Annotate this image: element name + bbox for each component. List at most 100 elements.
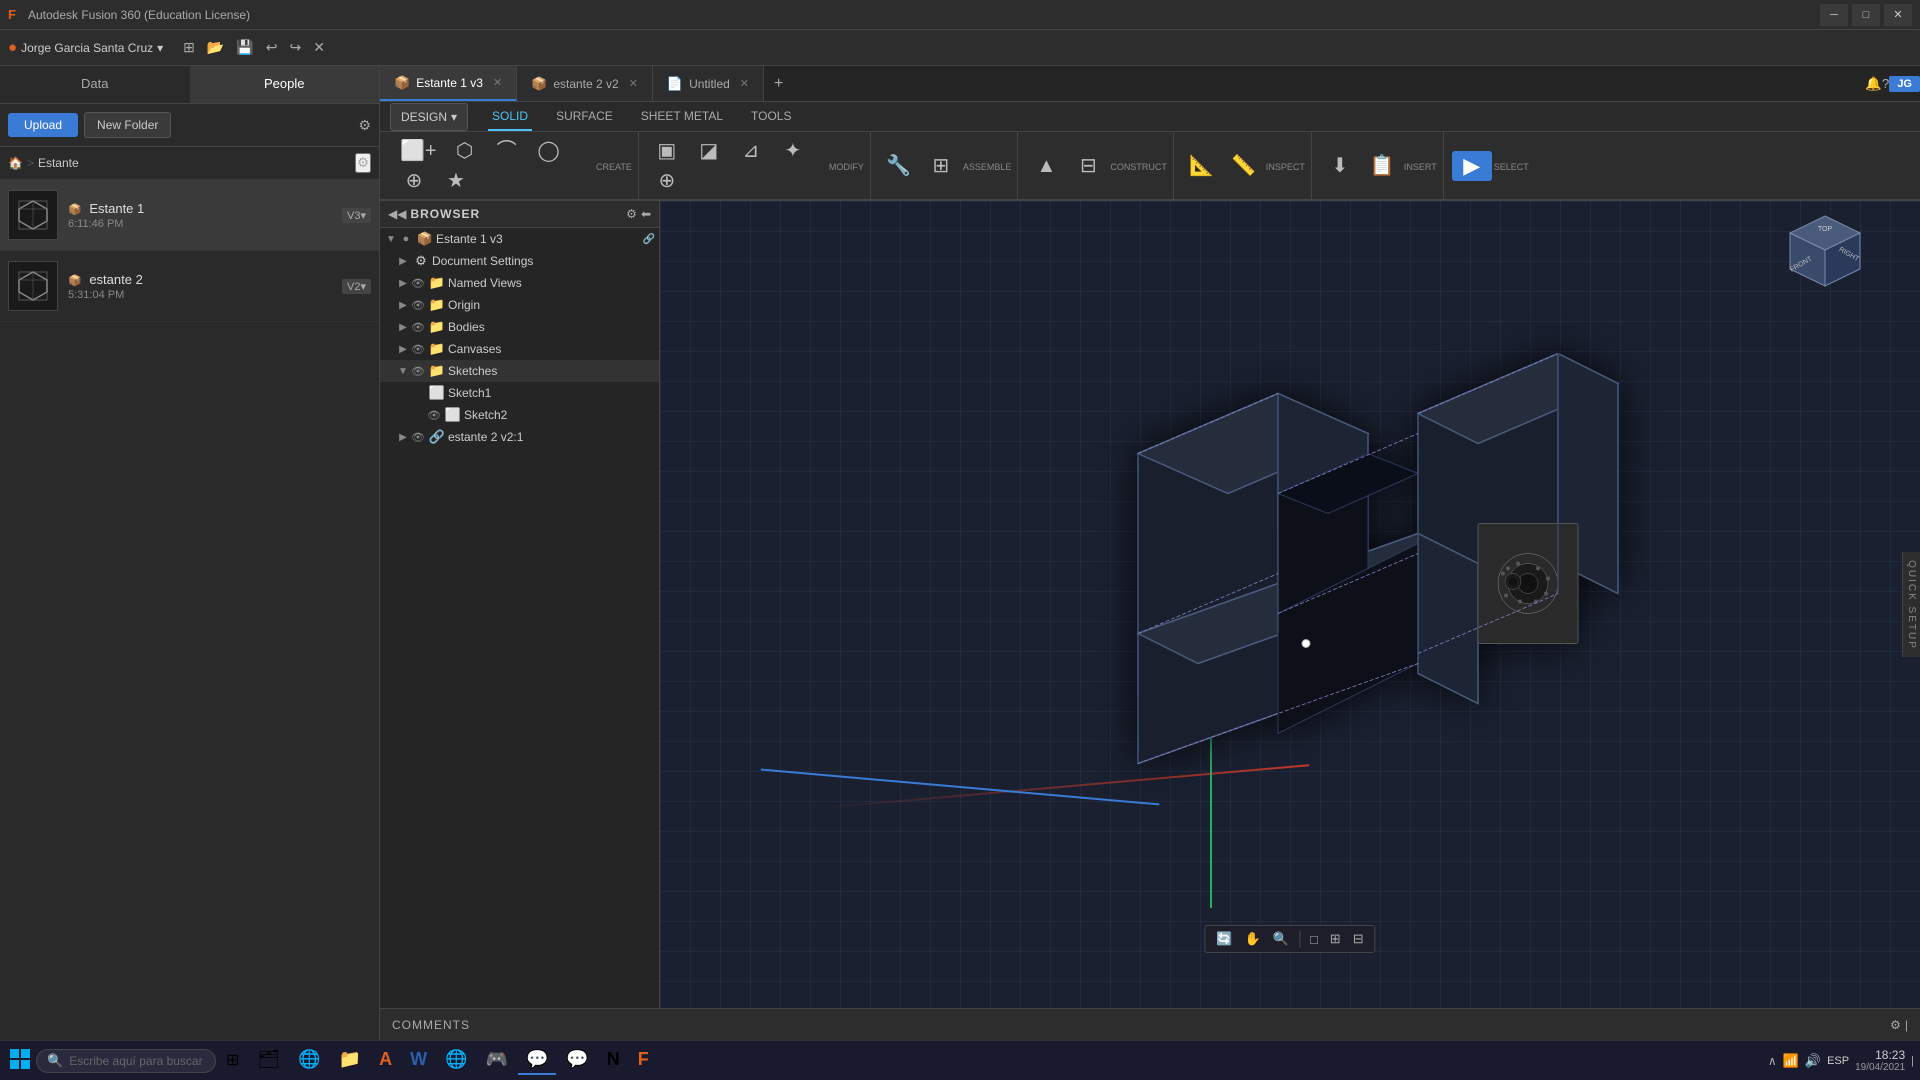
expand-doc-settings-icon[interactable]: ▶ — [396, 256, 410, 267]
interference-button[interactable]: 📏 — [1224, 152, 1264, 180]
vis-icon-bodies[interactable]: 👁 — [410, 321, 426, 334]
freeform-button[interactable]: ★ — [436, 167, 476, 195]
joint-button[interactable]: 🔧 — [879, 152, 919, 180]
viewport[interactable]: TOP FRONT RIGHT QUICK SETUP 🔄 ✋ 🔍 □ ⊞ ⊟ — [660, 201, 1920, 1008]
new-tab-button[interactable]: + — [764, 75, 793, 93]
vis-icon-named-views[interactable]: 👁 — [410, 277, 426, 290]
loft-button[interactable]: ⊕ — [394, 167, 434, 195]
revolve-button[interactable]: ⌒ — [487, 137, 527, 165]
shell-button[interactable]: ✦ — [773, 137, 813, 165]
axis-button[interactable]: ⊟ — [1068, 152, 1108, 180]
vis-icon-sketches[interactable]: 👁 — [410, 365, 426, 378]
grid-button[interactable]: ⊞ — [1325, 928, 1346, 950]
settings-gear-icon[interactable]: ⚙ — [358, 117, 371, 134]
taskbar-fusion[interactable]: F — [630, 1046, 657, 1075]
show-desktop-button[interactable]: | — [1911, 1055, 1914, 1067]
taskbar-word[interactable]: W — [402, 1046, 435, 1075]
doc-tab-untitled[interactable]: 📄 Untitled ✕ — [653, 66, 764, 101]
minimize-button[interactable]: ─ — [1820, 4, 1848, 26]
taskbar-taskview[interactable]: ⊞ — [218, 1047, 247, 1075]
tab-sheet-metal[interactable]: SHEET METAL — [637, 102, 727, 131]
expand-icon[interactable]: ▼ — [384, 234, 398, 245]
panel-settings-icon[interactable]: ⚙ — [355, 153, 371, 173]
start-button[interactable] — [6, 1045, 34, 1076]
press-pull-button[interactable]: ▣ — [647, 137, 687, 165]
taskbar-files[interactable]: 📁 — [331, 1046, 369, 1075]
combine-button[interactable]: ⊕ — [647, 167, 687, 195]
tree-item-root[interactable]: ▼ ● 📦 Estante 1 v3 🔗 — [380, 228, 659, 250]
tab-close-2[interactable]: ✕ — [629, 77, 638, 90]
clock[interactable]: 18:23 19/04/2021 — [1855, 1048, 1905, 1073]
file-version[interactable]: V3▾ — [342, 208, 371, 223]
tab-close-3[interactable]: ✕ — [740, 77, 749, 90]
visibility-icon[interactable]: ● — [398, 233, 414, 245]
cancel-button[interactable]: ✕ — [309, 37, 329, 58]
select-button[interactable]: ▶ — [1452, 151, 1492, 181]
expand-bodies-icon[interactable]: ▶ — [396, 322, 410, 333]
taskbar-browser[interactable]: 🌐 — [437, 1046, 475, 1075]
maximize-button[interactable]: □ — [1852, 4, 1880, 26]
measure-button[interactable]: 📐 — [1182, 152, 1222, 180]
tree-item-origin[interactable]: ▶ 👁 📁 Origin — [380, 294, 659, 316]
taskbar-edge[interactable]: 🌐 — [290, 1046, 328, 1075]
browser-settings-icon[interactable]: ⚙ — [626, 207, 637, 221]
browser-collapse-button[interactable]: ◀◀ — [388, 207, 406, 221]
vis-icon-sketch2[interactable]: 👁 — [426, 409, 442, 422]
doc-tab-estante1[interactable]: 📦 Estante 1 v3 ✕ — [380, 66, 517, 101]
extrude-button[interactable]: ⬡ — [445, 137, 485, 165]
user-info[interactable]: ● Jorge Garcia Santa Cruz ▾ — [8, 39, 163, 56]
tree-item-sketch1[interactable]: ▶ ⬜ Sketch1 — [380, 382, 659, 404]
chamfer-button[interactable]: ⊿ — [731, 137, 771, 165]
doc-tab-estante2[interactable]: 📦 estante 2 v2 ✕ — [517, 66, 653, 101]
search-box[interactable]: 🔍 Escribe aquí para buscar — [36, 1049, 216, 1073]
fillet-button[interactable]: ◪ — [689, 137, 729, 165]
open-folder-button[interactable]: 📂 — [203, 37, 228, 58]
display-mode-button[interactable]: □ — [1305, 929, 1323, 950]
tray-expand-button[interactable]: ∧ — [1768, 1054, 1777, 1068]
expand-estante2-icon[interactable]: ▶ — [396, 432, 410, 443]
vis-icon-origin[interactable]: 👁 — [410, 299, 426, 312]
vis-icon-estante2[interactable]: 👁 — [410, 431, 426, 444]
tree-item-sketch2[interactable]: ▶ 👁 ⬜ Sketch2 — [380, 404, 659, 426]
tab-surface[interactable]: SURFACE — [552, 102, 617, 131]
expand-named-views-icon[interactable]: ▶ — [396, 278, 410, 289]
expand-origin-icon[interactable]: ▶ — [396, 300, 410, 311]
viewcube[interactable]: TOP FRONT RIGHT — [1780, 211, 1870, 301]
expand-canvases-icon[interactable]: ▶ — [396, 344, 410, 355]
orbit-button[interactable]: 🔄 — [1211, 928, 1237, 950]
home-icon[interactable]: 🏠 — [8, 156, 23, 170]
save-button[interactable]: 💾 — [232, 37, 257, 58]
taskbar-autocad[interactable]: A — [371, 1046, 400, 1075]
file-version-2[interactable]: V2▾ — [342, 279, 371, 294]
tree-item-estante2-link[interactable]: ▶ 👁 🔗 estante 2 v2:1 — [380, 426, 659, 448]
taskbar-whatsapp[interactable]: 💬 — [558, 1046, 596, 1075]
upload-button[interactable]: Upload — [8, 113, 78, 137]
insert-svg-button[interactable]: 📋 — [1362, 152, 1402, 180]
vis-icon-canvases[interactable]: 👁 — [410, 343, 426, 356]
tab-close-1[interactable]: ✕ — [493, 76, 502, 89]
undo-button[interactable]: ↩ — [262, 37, 282, 58]
tree-item-doc-settings[interactable]: ▶ ⚙ Document Settings — [380, 250, 659, 272]
tree-item-sketches[interactable]: ▼ 👁 📁 Sketches — [380, 360, 659, 382]
pan-button[interactable]: ✋ — [1240, 928, 1266, 950]
plane-button[interactable]: ▲ — [1026, 152, 1066, 180]
tab-data[interactable]: Data — [0, 66, 190, 103]
expand-sketches-icon[interactable]: ▼ — [396, 366, 410, 377]
tab-people[interactable]: People — [190, 66, 380, 103]
redo-button[interactable]: ↪ — [286, 37, 306, 58]
list-item[interactable]: 📦 estante 2 5:31:04 PM V2▾ — [0, 251, 379, 322]
zoom-button[interactable]: 🔍 — [1268, 928, 1294, 950]
tab-solid[interactable]: SOLID — [488, 102, 532, 131]
environment-button[interactable]: ⊟ — [1348, 928, 1369, 950]
taskbar-notion[interactable]: N — [599, 1046, 628, 1075]
quick-setup[interactable]: QUICK SETUP — [1902, 552, 1920, 658]
new-component-button[interactable]: ⬜+ — [394, 137, 443, 165]
comments-settings-icon[interactable]: ⚙ — [1890, 1018, 1901, 1032]
close-button[interactable]: ✕ — [1884, 4, 1912, 26]
design-dropdown[interactable]: DESIGN ▾ — [390, 103, 468, 131]
list-item[interactable]: 📦 Estante 1 6:11:46 PM V3▾ — [0, 180, 379, 251]
tab-tools[interactable]: TOOLS — [747, 102, 795, 131]
sweep-button[interactable]: ◯ — [529, 137, 569, 165]
assemble-more-button[interactable]: ⊞ — [921, 152, 961, 180]
grid-apps-button[interactable]: ⊞ — [179, 37, 199, 58]
